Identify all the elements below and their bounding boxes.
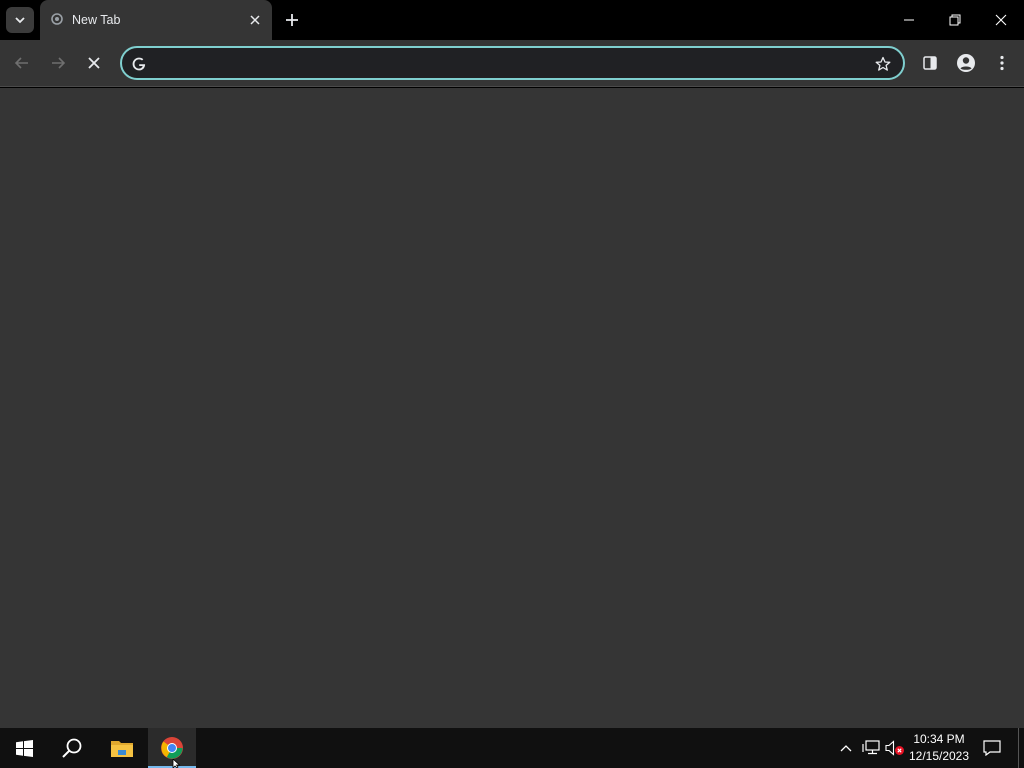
- clock-date: 12/15/2023: [908, 749, 970, 763]
- browser-menu-button[interactable]: [988, 49, 1016, 77]
- file-explorer-button[interactable]: [98, 728, 146, 768]
- new-tab-button[interactable]: [280, 8, 304, 32]
- show-desktop-button[interactable]: [1018, 728, 1024, 768]
- action-center-button[interactable]: [980, 736, 1004, 760]
- restore-button[interactable]: [932, 0, 978, 40]
- search-icon: [62, 738, 82, 758]
- omnibox[interactable]: [120, 46, 905, 80]
- taskbar-search-button[interactable]: [48, 728, 96, 768]
- chevron-down-icon: [15, 17, 25, 24]
- notification-icon: [983, 740, 1001, 756]
- profile-icon: [957, 54, 975, 72]
- star-icon: [875, 56, 891, 71]
- network-icon: [862, 740, 880, 755]
- minimize-icon: [904, 19, 914, 21]
- start-icon: [15, 739, 33, 757]
- loading-favicon-icon: [51, 13, 63, 25]
- start-button[interactable]: [0, 728, 48, 768]
- minimize-button[interactable]: [886, 0, 932, 40]
- clock-time: 10:34 PM: [913, 732, 965, 746]
- side-panel-button[interactable]: [916, 49, 944, 77]
- arrow-left-icon: [14, 57, 28, 69]
- windows-taskbar: 10:34 PM 12/15/2023: [0, 728, 1024, 768]
- bookmark-star-button[interactable]: [873, 54, 893, 74]
- tab-search-button[interactable]: [6, 7, 34, 33]
- back-button[interactable]: [8, 49, 36, 77]
- close-icon: [250, 15, 260, 25]
- plus-icon: [286, 14, 298, 26]
- arrow-right-icon: [52, 57, 66, 69]
- chrome-icon: [161, 737, 183, 759]
- browser-toolbar: [0, 40, 1024, 87]
- address-input[interactable]: [156, 52, 856, 74]
- volume-muted-icon: [885, 740, 904, 756]
- google-icon: [130, 55, 148, 73]
- tab-title: New Tab: [72, 13, 121, 27]
- show-hidden-icons-button[interactable]: [836, 738, 856, 758]
- restore-icon: [949, 14, 961, 26]
- stop-loading-button[interactable]: [80, 49, 108, 77]
- close-icon: [88, 57, 100, 69]
- active-tab[interactable]: New Tab: [40, 0, 272, 40]
- file-explorer-icon: [111, 741, 133, 757]
- taskbar-clock[interactable]: 10:34 PM 12/15/2023: [906, 731, 972, 765]
- more-vertical-icon: [1000, 55, 1004, 71]
- side-panel-icon: [923, 56, 937, 70]
- network-button[interactable]: [860, 738, 882, 758]
- page-content: [0, 88, 1024, 728]
- tab-strip: New Tab: [0, 0, 1024, 40]
- close-window-button[interactable]: [978, 0, 1024, 40]
- close-icon: [995, 14, 1007, 26]
- forward-button[interactable]: [44, 49, 72, 77]
- tab-close-button[interactable]: [246, 11, 264, 29]
- mouse-cursor-icon: [172, 759, 181, 768]
- profile-button[interactable]: [952, 49, 980, 77]
- volume-button[interactable]: [884, 738, 906, 758]
- chevron-up-icon: [840, 745, 852, 752]
